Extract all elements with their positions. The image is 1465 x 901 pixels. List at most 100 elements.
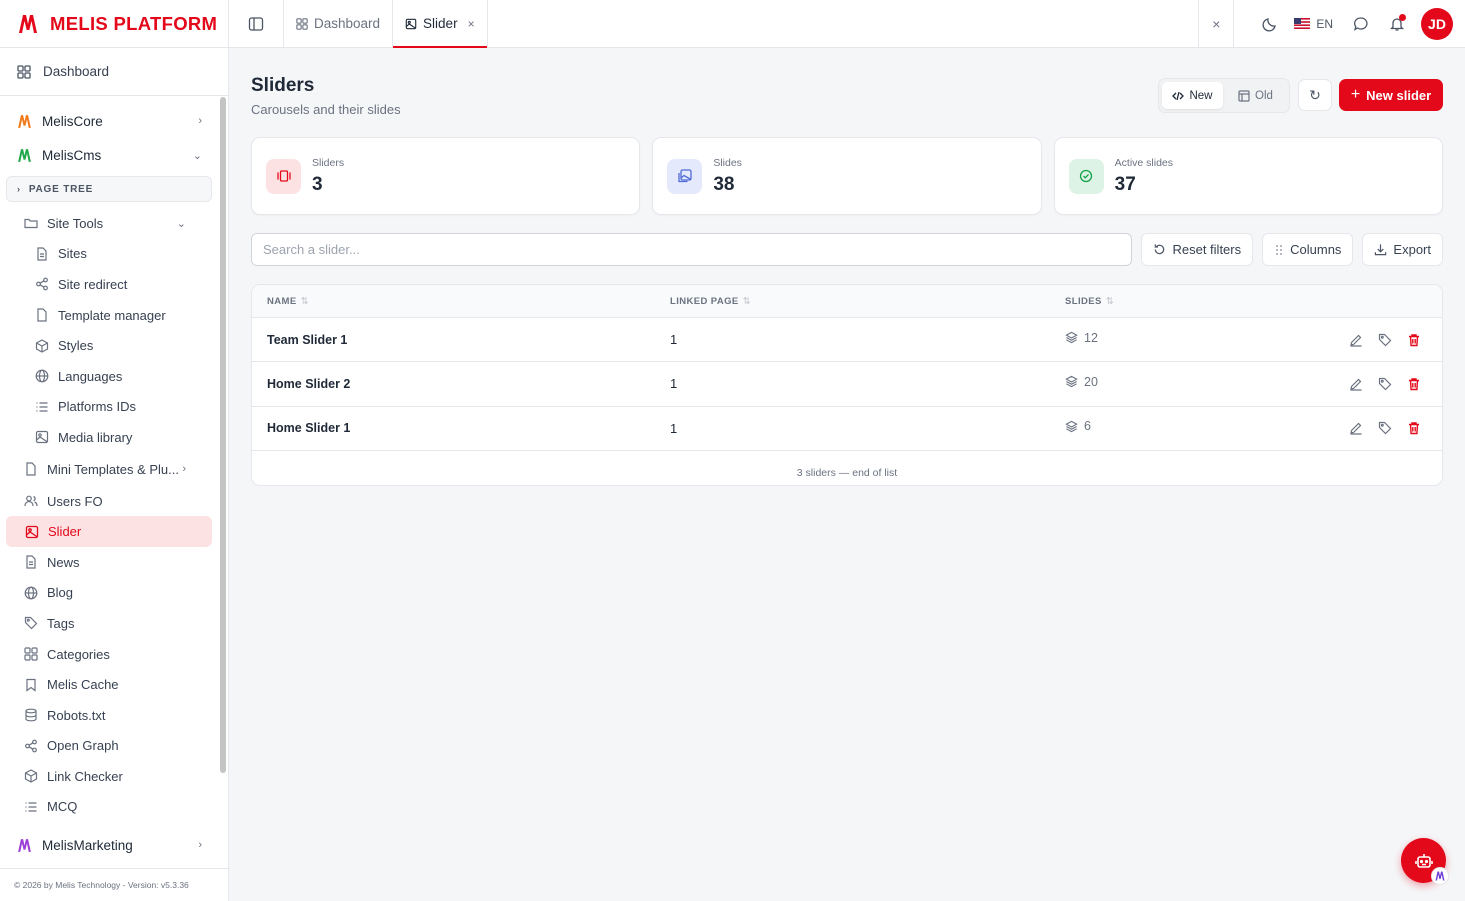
reset-filters-label: Reset filters (1172, 242, 1242, 257)
module-label: MelisCms (42, 147, 102, 163)
sidebar-item-mini-templates[interactable]: Mini Templates & Plu... › (0, 453, 212, 486)
export-label: Export (1393, 242, 1431, 257)
cell-name: Home Slider 1 (267, 421, 351, 436)
sidebar-item-media-library[interactable]: Media library (0, 422, 212, 453)
tab-slider[interactable]: Slider × (393, 0, 488, 48)
sidebar-item-melis-cache[interactable]: Melis Cache (0, 669, 212, 700)
stat-value: 3 (312, 173, 323, 195)
sidebar-item-label: Mini Templates & Plu... (47, 461, 179, 477)
notifications-button[interactable] (1379, 6, 1415, 42)
module-meliscms[interactable]: MelisCms ⌄ (0, 138, 228, 172)
close-all-tabs-button[interactable]: × (1198, 0, 1235, 47)
delete-icon[interactable] (1406, 332, 1422, 348)
tab-label: Slider (423, 16, 458, 31)
brand[interactable]: MELIS PLATFORM (0, 0, 228, 48)
tab-close-icon[interactable]: × (468, 17, 475, 31)
table-row[interactable]: Home Slider 2 1 20 (252, 362, 1442, 407)
sidebar-item-dashboard[interactable]: Dashboard (0, 48, 228, 96)
module-meliscore[interactable]: MelisCore › (0, 104, 228, 138)
globe-icon (24, 586, 38, 600)
delete-icon[interactable] (1406, 420, 1422, 436)
module-melismarketing[interactable]: MelisMarketing › (0, 828, 228, 862)
slides-value: 12 (1084, 330, 1098, 345)
avatar[interactable]: JD (1421, 7, 1453, 40)
moon-icon (1262, 17, 1277, 32)
tag-icon[interactable] (1377, 376, 1393, 392)
reset-filters-button[interactable]: Reset filters (1141, 233, 1254, 266)
refresh-button[interactable]: ↻ (1298, 79, 1332, 111)
chevron-right-icon: › (182, 463, 186, 476)
delete-icon[interactable] (1406, 376, 1422, 392)
dark-mode-button[interactable] (1252, 6, 1288, 42)
us-flag-icon (1294, 18, 1311, 29)
sidebar-item-label: Categories (47, 646, 110, 662)
edit-icon[interactable] (1348, 420, 1364, 436)
stat-label: Sliders (312, 156, 345, 169)
database-icon (25, 708, 37, 722)
sort-icon: ⇅ (742, 295, 751, 307)
view-new-button[interactable]: New (1162, 82, 1223, 109)
sidebar-item-sites[interactable]: Sites (0, 239, 212, 270)
bookmark-icon (26, 678, 36, 692)
image-icon (25, 525, 39, 538)
sidebar-item-platforms-ids[interactable]: Platforms IDs (0, 392, 212, 423)
table-row[interactable]: Team Slider 1 1 12 (252, 318, 1442, 363)
page-tree-toggle[interactable]: › PAGE TREE (6, 176, 212, 202)
sidebar-item-template-manager[interactable]: Template manager (0, 300, 212, 331)
sidebar-item-link-checker[interactable]: Link Checker (0, 761, 212, 792)
tag-icon[interactable] (1377, 332, 1393, 348)
sidebar-item-languages[interactable]: Languages (0, 361, 212, 392)
sidebar-scrollbar[interactable] (220, 97, 226, 773)
melis-badge-icon (1431, 867, 1449, 885)
stat-label: Slides (713, 156, 742, 169)
messages-button[interactable] (1343, 6, 1379, 42)
edit-icon[interactable] (1348, 332, 1364, 348)
sidebar-item-tags[interactable]: Tags (0, 608, 212, 639)
cube-icon (24, 769, 38, 784)
sidebar-item-label: Platforms IDs (58, 399, 137, 415)
column-header-name[interactable]: NAME ⇅ (252, 296, 655, 307)
chevron-down-icon: ⌄ (176, 217, 186, 230)
column-header-linked-page[interactable]: LINKED PAGE ⇅ (655, 296, 1050, 307)
column-label: NAME (267, 295, 297, 307)
edit-icon[interactable] (1348, 376, 1364, 392)
view-new-label: New (1189, 89, 1213, 102)
columns-label: Columns (1290, 242, 1342, 257)
sidebar-item-users-fo[interactable]: Users FO (0, 486, 212, 517)
search-input[interactable] (251, 233, 1133, 266)
image-icon (405, 18, 417, 29)
language-selector[interactable]: EN (1294, 17, 1333, 31)
tag-icon[interactable] (1377, 420, 1393, 436)
cell-linked-page: 1 (670, 420, 678, 436)
sidebar-item-site-tools[interactable]: Site Tools ⌄ (0, 208, 212, 239)
view-old-button[interactable]: Old (1225, 82, 1286, 109)
table-row[interactable]: Home Slider 1 1 6 (252, 407, 1442, 451)
sidebar-item-open-graph[interactable]: Open Graph (0, 731, 212, 762)
plus-icon: + (1350, 86, 1361, 103)
sidebar-item-styles[interactable]: Styles (0, 330, 212, 361)
tab-dashboard[interactable]: Dashboard (284, 0, 394, 47)
column-header-slides[interactable]: SLIDES ⇅ (1050, 296, 1442, 307)
drag-dots-icon (1276, 244, 1283, 255)
sliders-table: NAME ⇅ LINKED PAGE ⇅ SLIDES ⇅ Team Slider 1… (251, 284, 1443, 486)
sidebar-item-robots[interactable]: Robots.txt (0, 700, 212, 731)
sidebar-item-news[interactable]: News (0, 547, 212, 578)
sidebar-toggle-button[interactable] (229, 0, 284, 47)
sidebar-item-label: News (47, 554, 80, 570)
download-icon (1375, 244, 1387, 256)
stat-value: 38 (713, 173, 735, 195)
sidebar-item-categories[interactable]: Categories (0, 639, 212, 670)
sidebar-item-label: Site redirect (58, 276, 128, 292)
sidebar-item-site-redirect[interactable]: Site redirect (0, 269, 212, 300)
assistant-button[interactable] (1401, 838, 1449, 885)
columns-button[interactable]: Columns (1262, 233, 1354, 266)
sidebar-item-label: Users FO (47, 493, 103, 509)
page-title: Sliders (251, 75, 315, 96)
sidebar-item-slider[interactable]: Slider (6, 516, 212, 547)
tag-icon (24, 617, 38, 630)
table-footer-note: 3 sliders — end of list (796, 466, 898, 479)
new-slider-button[interactable]: + New slider (1339, 79, 1443, 111)
sidebar-item-blog[interactable]: Blog (0, 578, 212, 609)
sidebar-item-mcq[interactable]: MCQ (0, 792, 212, 823)
export-button[interactable]: Export (1362, 233, 1443, 266)
